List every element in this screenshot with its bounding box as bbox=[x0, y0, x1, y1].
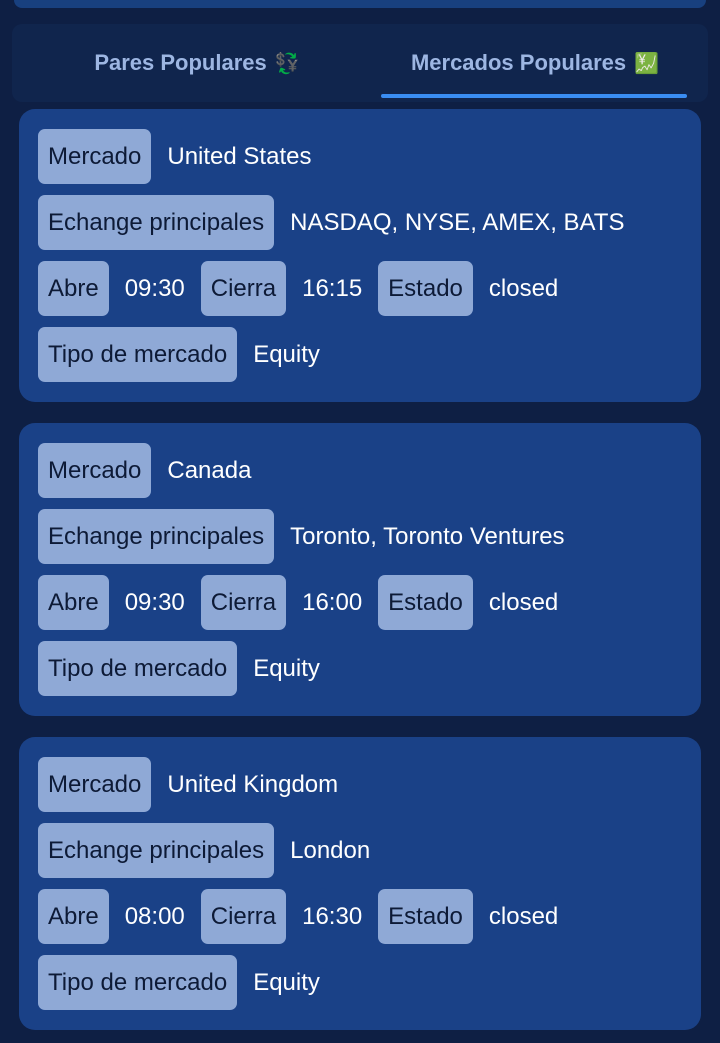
exchanges-row: Echange principales London bbox=[38, 823, 386, 878]
market-type-value: Equity bbox=[253, 968, 320, 996]
market-type-value: Equity bbox=[253, 654, 320, 682]
tab-pares-populares[interactable]: Pares Populares 💱 bbox=[12, 24, 382, 102]
tab-mercados-label: Mercados Populares bbox=[410, 50, 627, 75]
market-card: Mercado Canada Echange principales Toron… bbox=[19, 423, 701, 716]
closes-label: Cierra bbox=[200, 261, 287, 316]
opens-label: Abre bbox=[38, 261, 109, 316]
tab-mercados-populares[interactable]: Mercados Populares 💹 bbox=[382, 24, 688, 102]
exchanges-row: Echange principales Toronto, Toronto Ven… bbox=[38, 509, 581, 564]
exchanges-value: London bbox=[290, 836, 371, 864]
status-label: Estado bbox=[378, 261, 473, 316]
market-row: Mercado Canada bbox=[38, 443, 267, 498]
market-type-row: Tipo de mercado Equity bbox=[38, 327, 336, 382]
market-name: United Kingdom bbox=[167, 770, 339, 798]
exchanges-row: Echange principales NASDAQ, NYSE, AMEX, … bbox=[38, 195, 640, 250]
status-value: closed bbox=[488, 902, 559, 930]
closes-label: Cierra bbox=[200, 889, 287, 944]
closes-value: 16:30 bbox=[302, 902, 363, 930]
opens-value: 09:30 bbox=[124, 274, 185, 302]
top-panel-edge bbox=[14, 0, 706, 8]
active-tab-indicator bbox=[381, 94, 687, 98]
opens-label: Abre bbox=[38, 889, 109, 944]
status-label: Estado bbox=[378, 575, 473, 630]
market-card: Mercado United Kingdom Echange principal… bbox=[19, 737, 701, 1030]
market-type-label: Tipo de mercado bbox=[38, 955, 238, 1010]
opens-value: 09:30 bbox=[124, 588, 185, 616]
status-label: Estado bbox=[378, 889, 473, 944]
exchanges-label: Echange principales bbox=[38, 823, 275, 878]
hours-row: Abre 09:30 Cierra 16:00 Estado closed bbox=[38, 575, 574, 630]
tab-bar: Pares Populares 💱 Mercados Populares 💹 bbox=[12, 24, 708, 102]
tab-pares-label: Pares Populares bbox=[94, 50, 267, 75]
market-label: Mercado bbox=[38, 757, 152, 812]
closes-value: 16:00 bbox=[302, 588, 363, 616]
chart-increasing-yen-icon: 💹 bbox=[634, 52, 660, 75]
market-name: United States bbox=[167, 142, 312, 170]
market-row: Mercado United Kingdom bbox=[38, 757, 354, 812]
market-row: Mercado United States bbox=[38, 129, 327, 184]
hours-row: Abre 09:30 Cierra 16:15 Estado closed bbox=[38, 261, 574, 316]
status-value: closed bbox=[488, 588, 559, 616]
market-card: Mercado United States Echange principale… bbox=[19, 109, 701, 402]
closes-value: 16:15 bbox=[302, 274, 363, 302]
market-label: Mercado bbox=[38, 443, 152, 498]
market-type-row: Tipo de mercado Equity bbox=[38, 641, 336, 696]
exchanges-value: Toronto, Toronto Ventures bbox=[290, 522, 565, 550]
market-label: Mercado bbox=[38, 129, 152, 184]
opens-value: 08:00 bbox=[124, 902, 185, 930]
market-name: Canada bbox=[167, 456, 252, 484]
currency-exchange-icon: 💱 bbox=[274, 52, 300, 75]
status-value: closed bbox=[488, 274, 559, 302]
exchanges-value: NASDAQ, NYSE, AMEX, BATS bbox=[290, 208, 625, 236]
exchanges-label: Echange principales bbox=[38, 195, 275, 250]
opens-label: Abre bbox=[38, 575, 109, 630]
market-type-label: Tipo de mercado bbox=[38, 327, 238, 382]
exchanges-label: Echange principales bbox=[38, 509, 275, 564]
closes-label: Cierra bbox=[200, 575, 287, 630]
market-type-label: Tipo de mercado bbox=[38, 641, 238, 696]
market-type-value: Equity bbox=[253, 340, 320, 368]
hours-row: Abre 08:00 Cierra 16:30 Estado closed bbox=[38, 889, 574, 944]
market-type-row: Tipo de mercado Equity bbox=[38, 955, 336, 1010]
